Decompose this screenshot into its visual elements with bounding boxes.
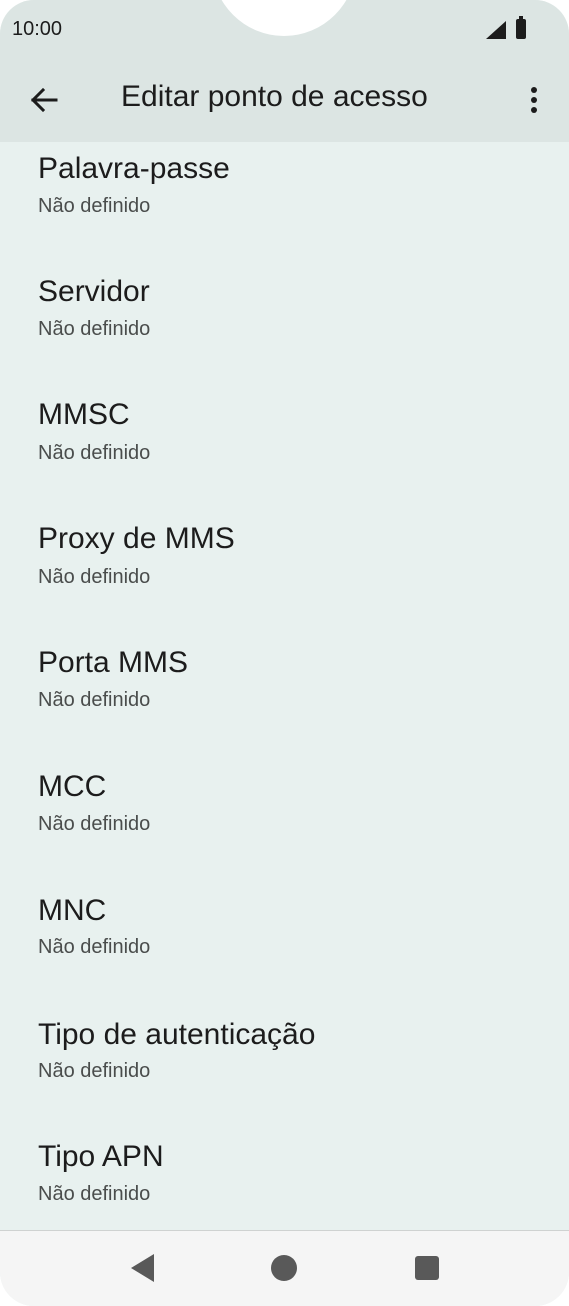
top-bar: 10:00 Editar ponto de acesso <box>0 0 569 142</box>
status-time: 10:00 <box>12 18 63 40</box>
setting-item-apn-type[interactable]: Tipo APN Não definido <box>0 1130 569 1230</box>
status-icons <box>486 16 532 41</box>
nav-recent-icon[interactable] <box>415 1256 439 1280</box>
setting-value: Não definido <box>38 689 151 711</box>
setting-title: Proxy de MMS <box>38 522 235 555</box>
more-vert-icon <box>531 87 537 113</box>
more-options-button[interactable] <box>514 78 554 122</box>
setting-title: MNC <box>38 894 107 927</box>
setting-title: MCC <box>38 770 107 803</box>
setting-item-mmsc[interactable]: MMSC Não definido <box>0 386 569 506</box>
setting-value: Não definido <box>38 318 151 340</box>
system-nav-bar <box>0 1230 569 1306</box>
setting-title: MMSC <box>38 398 130 431</box>
setting-item-mms-proxy[interactable]: Proxy de MMS Não definido <box>0 510 569 630</box>
setting-item-server[interactable]: Servidor Não definido <box>0 262 569 382</box>
setting-item-mms-port[interactable]: Porta MMS Não definido <box>0 634 569 754</box>
phone-screen: 10:00 Editar ponto de acesso Palavra-pas… <box>0 0 569 1306</box>
setting-item-mcc[interactable]: MCC Não definido <box>0 758 569 878</box>
setting-title: Tipo APN <box>38 1140 164 1173</box>
setting-title: Palavra-passe <box>38 152 230 185</box>
setting-item-auth-type[interactable]: Tipo de autenticação Não definido <box>0 1006 569 1126</box>
setting-title: Porta MMS <box>38 646 189 679</box>
battery-icon <box>516 16 526 39</box>
setting-title: Tipo de autenticação <box>38 1018 316 1051</box>
setting-item-password[interactable]: Palavra-passe Não definido <box>0 142 569 262</box>
setting-value: Não definido <box>38 566 151 588</box>
page-title: Editar ponto de acesso <box>121 80 428 113</box>
nav-back-icon[interactable] <box>130 1253 156 1283</box>
camera-notch <box>212 0 356 36</box>
setting-value: Não definido <box>38 195 151 217</box>
nav-home-icon[interactable] <box>271 1255 297 1281</box>
setting-title: Servidor <box>38 275 150 308</box>
setting-item-mnc[interactable]: MNC Não definido <box>0 882 569 1002</box>
setting-value: Não definido <box>38 1183 151 1205</box>
arrow-left-icon <box>30 88 58 112</box>
back-button[interactable] <box>22 78 66 122</box>
setting-value: Não definido <box>38 813 151 835</box>
setting-value: Não definido <box>38 936 151 958</box>
setting-value: Não definido <box>38 1060 151 1082</box>
signal-icon <box>486 21 506 39</box>
setting-value: Não definido <box>38 442 151 464</box>
settings-list: Palavra-passe Não definido Servidor Não … <box>0 142 569 1230</box>
